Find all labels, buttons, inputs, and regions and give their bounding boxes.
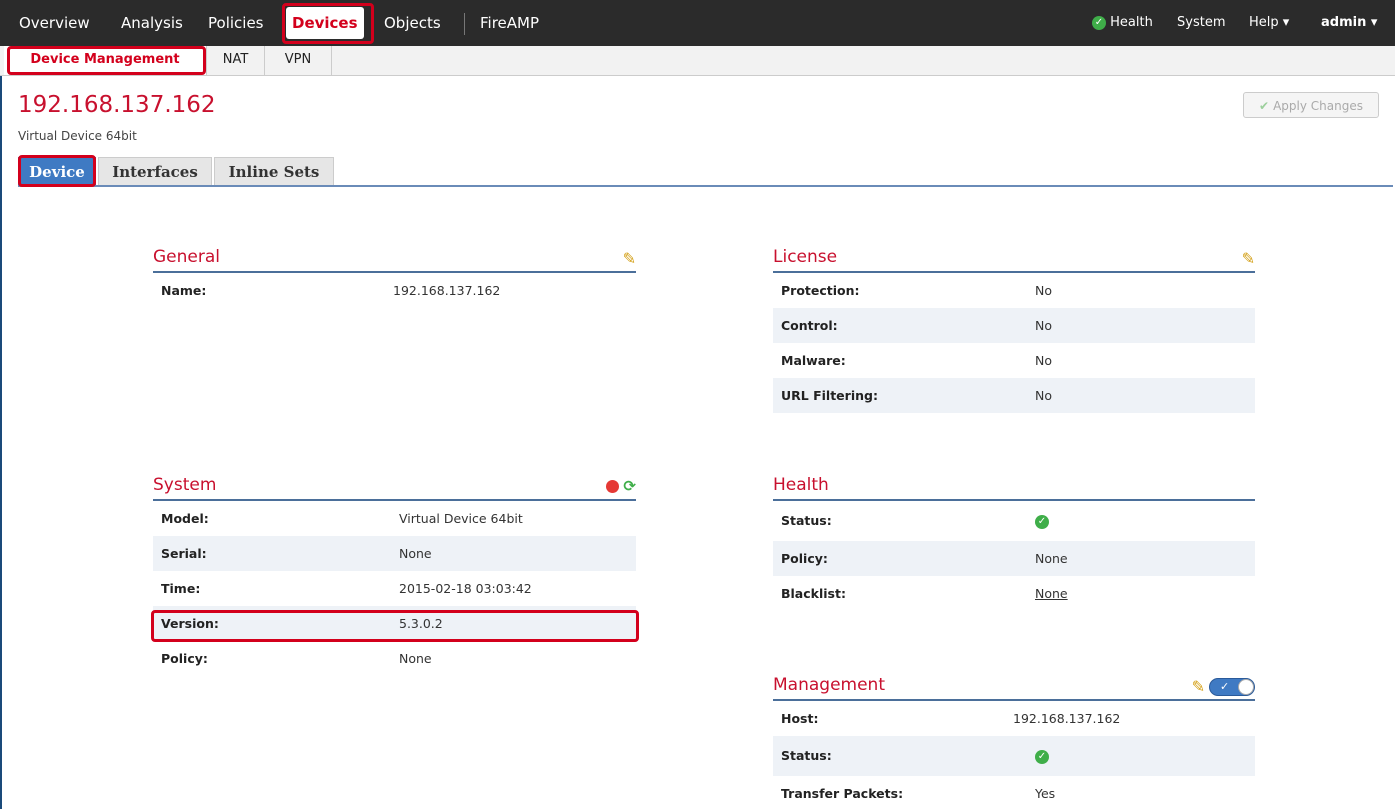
blacklist-link[interactable]: None (1035, 576, 1068, 611)
row-value: No (1035, 283, 1052, 298)
highlight-devices (282, 3, 374, 44)
license-section: License ✎ Protection: No Control: No Mal… (773, 247, 1255, 413)
system-title: System (153, 475, 217, 495)
system-row-model: Model: Virtual Device 64bit (153, 501, 636, 536)
management-toggle[interactable]: ✓ (1209, 677, 1255, 696)
health-ok-icon: ✓ (1092, 15, 1106, 30)
nav-fireamp[interactable]: FireAMP (480, 0, 539, 46)
general-title: General (153, 247, 220, 267)
edit-pencil-icon[interactable]: ✎ (623, 249, 636, 268)
row-label: Control: (781, 318, 838, 333)
license-row-malware: Malware: No (773, 343, 1255, 378)
nav-objects[interactable]: Objects (384, 0, 441, 46)
subtab-nat[interactable]: NAT (207, 46, 265, 75)
license-row-url-filtering: URL Filtering: No (773, 378, 1255, 413)
toggle-check-icon: ✓ (1220, 679, 1230, 693)
system-row-policy: Policy: None (153, 641, 636, 676)
row-label: Name: (161, 283, 207, 298)
row-value: None (399, 546, 432, 561)
health-section: Health Status: ✓ Policy: None Blacklist:… (773, 475, 1255, 611)
management-row-host: Host: 192.168.137.162 (773, 701, 1255, 736)
nav-help[interactable]: Help ▾ (1249, 0, 1289, 46)
nav-policies[interactable]: Policies (208, 0, 263, 46)
highlight-device-management (7, 46, 206, 75)
general-row-name: Name: 192.168.137.162 (153, 273, 636, 308)
row-value: Virtual Device 64bit (399, 511, 523, 526)
nav-user-menu[interactable]: admin ▾ (1321, 0, 1377, 46)
system-row-serial: Serial: None (153, 536, 636, 571)
status-ok-icon: ✓ (1035, 514, 1049, 529)
row-value: No (1035, 318, 1052, 333)
shutdown-icon[interactable] (606, 479, 620, 493)
health-row-status: Status: ✓ (773, 501, 1255, 541)
row-value: None (1035, 551, 1068, 566)
row-label: Host: (781, 711, 819, 726)
row-label: Blacklist: (781, 586, 846, 601)
nav-system[interactable]: System (1177, 0, 1225, 46)
row-value: 2015-02-18 03:03:42 (399, 581, 532, 596)
health-title: Health (773, 475, 829, 495)
nav-health[interactable]: ✓ Health (1092, 0, 1153, 46)
edit-pencil-icon[interactable]: ✎ (1242, 249, 1255, 268)
management-title: Management (773, 675, 885, 695)
row-value: 192.168.137.162 (393, 283, 501, 298)
nav-health-label: Health (1110, 15, 1153, 30)
management-section: Management ✎ ✓ Host: 192.168.137.162 Sta… (773, 675, 1255, 811)
general-section: General ✎ Name: 192.168.137.162 (153, 247, 636, 308)
nav-divider (464, 13, 465, 35)
license-row-protection: Protection: No (773, 273, 1255, 308)
management-row-transfer-packets: Transfer Packets: Yes (773, 776, 1255, 811)
row-label: Model: (161, 511, 209, 526)
system-section: System ⟳ Model: Virtual Device 64bit Ser… (153, 475, 636, 676)
row-label: Protection: (781, 283, 860, 298)
row-label: Status: (781, 748, 832, 763)
health-row-blacklist: Blacklist: None (773, 576, 1255, 611)
toggle-knob (1238, 678, 1254, 695)
tab-underline (18, 185, 1393, 187)
tab-interfaces[interactable]: Interfaces (98, 157, 212, 185)
nav-analysis[interactable]: Analysis (121, 0, 183, 46)
check-icon: ✔ (1259, 99, 1270, 113)
top-nav: Overview Analysis Policies Devices Objec… (0, 0, 1395, 46)
health-row-policy: Policy: None (773, 541, 1255, 576)
page-subtitle: Virtual Device 64bit (18, 129, 137, 143)
license-row-control: Control: No (773, 308, 1255, 343)
edit-pencil-icon[interactable]: ✎ (1192, 677, 1205, 696)
row-label: Time: (161, 581, 201, 596)
window-frame (0, 0, 2, 809)
highlight-device-tab (18, 155, 96, 187)
row-label: Status: (781, 513, 832, 528)
management-row-status: Status: ✓ (773, 736, 1255, 776)
tab-inline-sets[interactable]: Inline Sets (214, 157, 334, 185)
row-value: Yes (1035, 786, 1056, 801)
row-value: No (1035, 353, 1052, 368)
row-value: 192.168.137.162 (1013, 711, 1121, 726)
row-label: Transfer Packets: (781, 786, 904, 801)
row-label: Malware: (781, 353, 846, 368)
highlight-version-row (151, 610, 639, 642)
subtab-vpn[interactable]: VPN (265, 46, 332, 75)
row-label: Serial: (161, 546, 207, 561)
row-value: No (1035, 388, 1052, 403)
apply-changes-label: Apply Changes (1273, 99, 1363, 113)
row-value: None (399, 651, 432, 666)
status-ok-icon: ✓ (1035, 749, 1049, 764)
apply-changes-button[interactable]: ✔ Apply Changes (1243, 92, 1379, 118)
sub-nav: Device Management NAT VPN (0, 46, 1395, 76)
system-row-time: Time: 2015-02-18 03:03:42 (153, 571, 636, 606)
page-title: 192.168.137.162 (18, 92, 216, 118)
row-label: Policy: (161, 651, 208, 666)
row-label: Policy: (781, 551, 828, 566)
row-label: URL Filtering: (781, 388, 878, 403)
device-tabs: Device Interfaces Inline Sets (0, 155, 1395, 187)
nav-overview[interactable]: Overview (19, 0, 90, 46)
license-title: License (773, 247, 838, 267)
restart-icon[interactable]: ⟳ (623, 477, 636, 495)
